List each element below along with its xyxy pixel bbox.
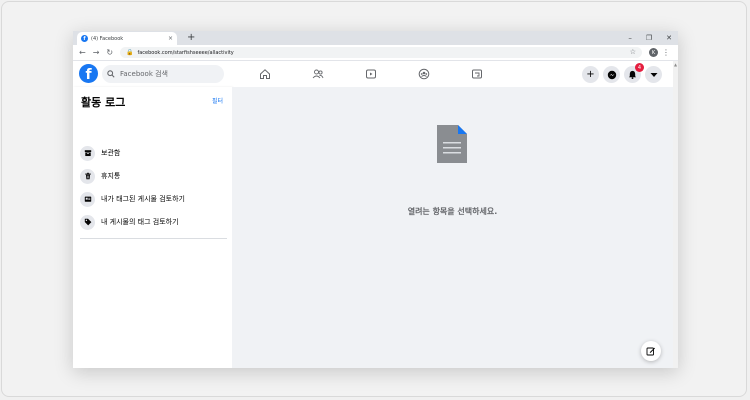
compose-button[interactable]	[641, 341, 661, 361]
bell-icon	[628, 70, 637, 79]
create-button[interactable]: +	[582, 66, 599, 83]
sidebar-divider	[80, 238, 227, 239]
bookmark-star-icon[interactable]: ☆	[630, 47, 636, 58]
window-controls: – ❐ ✕	[628, 32, 672, 44]
facebook-search[interactable]	[102, 65, 224, 83]
profile-avatar[interactable]: K	[649, 48, 658, 57]
back-arrow-icon[interactable]: ←	[79, 47, 86, 58]
tag-icon	[80, 214, 95, 230]
nav-buttons: ← → ↻	[79, 47, 113, 58]
tab-close-icon[interactable]: ×	[168, 35, 173, 42]
trash-icon	[80, 168, 95, 184]
browser-toolbar: ← → ↻ 🔒 facebook.com/starfishseeee/allac…	[73, 45, 678, 61]
forward-arrow-icon[interactable]: →	[93, 47, 100, 58]
page-scrollbar[interactable]: ▲	[673, 61, 678, 368]
messenger-button[interactable]	[603, 66, 620, 83]
empty-state-message: 열려는 항목을 선택하세요.	[407, 207, 498, 216]
reload-icon[interactable]: ↻	[106, 47, 113, 58]
page-title: 활동 로그	[81, 96, 126, 109]
search-input[interactable]	[118, 69, 222, 79]
edit-icon	[646, 347, 655, 356]
sidebar-item-review-tags[interactable]: 내 게시물의 태그 검토하기	[80, 213, 228, 231]
url-text: facebook.com/starfishseeee/allactivity	[137, 49, 234, 56]
filter-link[interactable]: 필터	[212, 96, 223, 105]
address-bar[interactable]: 🔒 facebook.com/starfishseeee/allactivity…	[120, 47, 642, 58]
main-content: 열려는 항목을 선택하세요.	[232, 87, 673, 368]
browser-titlebar: f (4) Facebook × + – ❐ ✕	[73, 31, 678, 45]
sidebar-item-trash[interactable]: 휴지통	[80, 167, 228, 185]
browser-tab[interactable]: f (4) Facebook ×	[77, 32, 177, 45]
browser-window: f (4) Facebook × + – ❐ ✕ ← → ↻ 🔒 faceboo…	[73, 31, 678, 368]
close-window-button[interactable]: ✕	[666, 32, 672, 44]
groups-icon[interactable]	[417, 67, 431, 81]
document-icon	[437, 125, 467, 163]
watch-icon[interactable]	[364, 67, 378, 81]
sidebar-item-review-tagged-posts[interactable]: 내가 태그된 게시물 검토하기	[80, 190, 228, 208]
account-menu-button[interactable]	[645, 66, 662, 83]
browser-menu-icon[interactable]: ⋮	[662, 47, 670, 58]
caret-down-icon	[650, 72, 657, 77]
sidebar-item-label: 내 게시물의 태그 검토하기	[101, 218, 179, 226]
archive-icon	[80, 145, 95, 161]
lock-icon: 🔒	[126, 49, 134, 56]
sidebar-item-label: 내가 태그된 게시물 검토하기	[101, 195, 185, 203]
activity-log-sidebar: 활동 로그 필터 보관함 휴지통 내가 태그된 게시물 검토하기 내 게시물의 …	[73, 87, 232, 368]
sidebar-item-label: 휴지통	[101, 172, 121, 180]
messenger-icon	[607, 70, 616, 79]
minimize-button[interactable]: –	[628, 32, 632, 44]
facebook-favicon-icon: f	[81, 35, 88, 42]
sidebar-item-label: 보관함	[101, 149, 121, 157]
new-tab-button[interactable]: +	[187, 32, 195, 44]
notification-badge: 4	[635, 63, 644, 72]
tab-title: (4) Facebook	[91, 35, 124, 42]
search-icon	[107, 70, 115, 78]
tag-review-icon	[80, 191, 95, 207]
facebook-logo-icon[interactable]: f	[79, 64, 98, 83]
scroll-up-icon[interactable]: ▲	[673, 62, 678, 67]
home-icon[interactable]	[258, 67, 272, 81]
friends-icon[interactable]	[311, 67, 325, 81]
facebook-header: f + 4	[73, 61, 673, 87]
sidebar-item-archive[interactable]: 보관함	[80, 144, 228, 162]
maximize-button[interactable]: ❐	[646, 32, 652, 44]
gaming-icon[interactable]	[470, 67, 484, 81]
